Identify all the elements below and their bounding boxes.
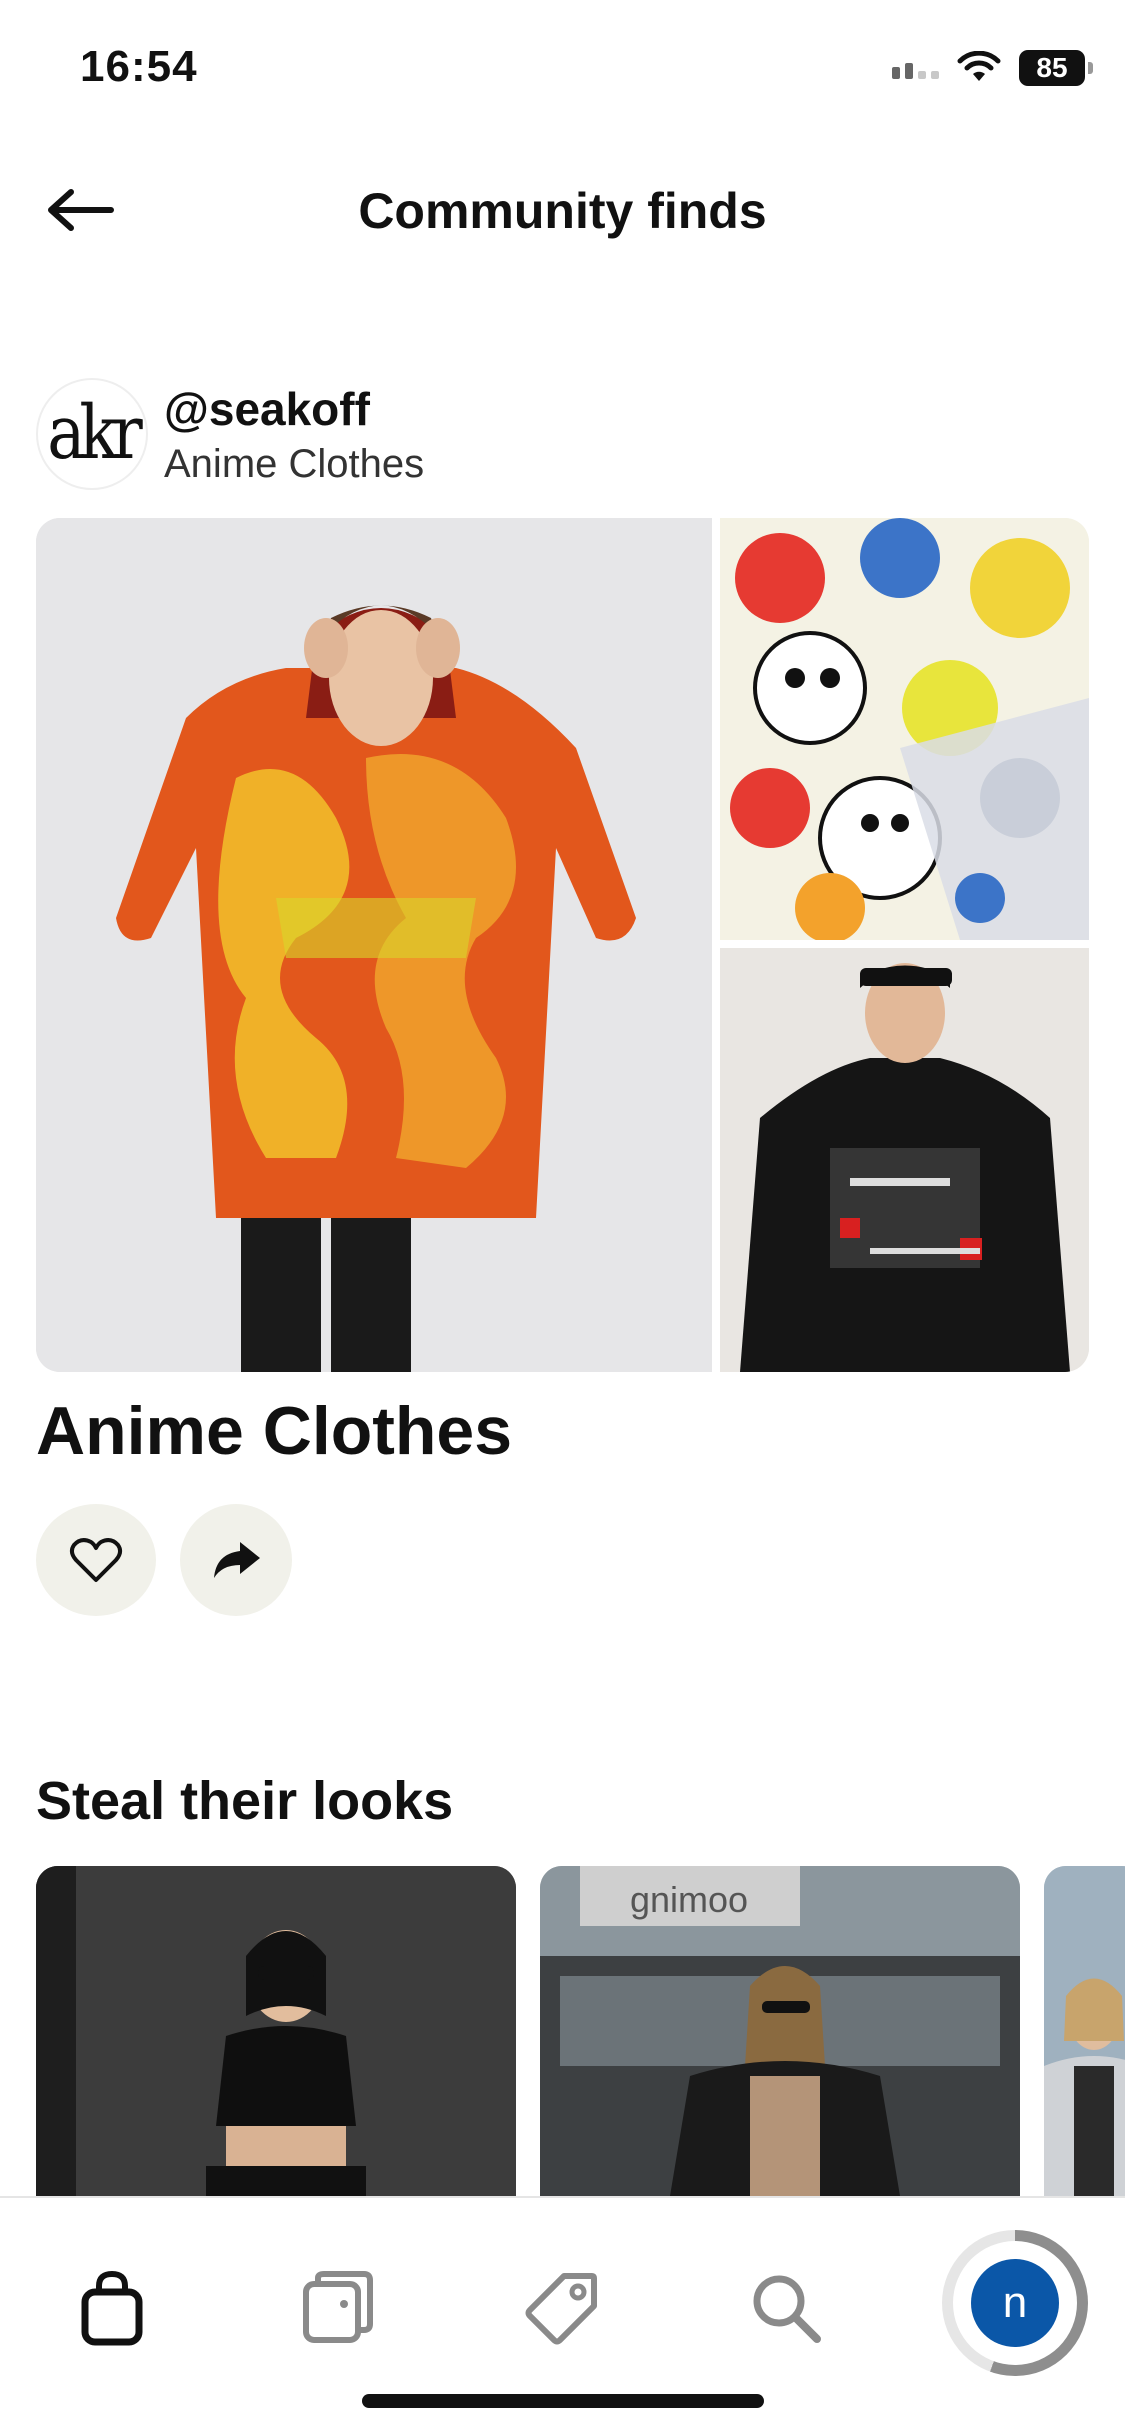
tab-shop[interactable]: [62, 2258, 162, 2358]
board-subtitle: Anime Clothes: [164, 441, 425, 486]
cartoon-pattern-fabric-photo[interactable]: [720, 518, 1089, 943]
look-photo-2: gnimoo: [540, 1866, 1020, 2196]
wifi-icon: [957, 51, 1001, 81]
header: Community finds: [0, 160, 1125, 260]
battery-indicator: 85: [1019, 50, 1093, 86]
search-icon: [753, 2275, 821, 2343]
status-indicators: 85: [892, 48, 1093, 88]
page-title: Community finds: [358, 183, 767, 239]
tab-deals[interactable]: [512, 2258, 612, 2358]
fabric-illustration: [720, 518, 1089, 943]
look-photo-3: [1044, 1866, 1125, 2196]
profile-progress-ring: n: [942, 2230, 1088, 2376]
share-arrow-icon: [214, 1542, 260, 1578]
look-card[interactable]: [36, 1866, 516, 2196]
status-bar: 16:54 85: [0, 0, 1125, 140]
sweatshirt-illustration: [720, 948, 1089, 1372]
tab-search[interactable]: [736, 2258, 836, 2358]
look-card[interactable]: [1044, 1866, 1125, 2196]
section-title: Steal their looks: [36, 1771, 454, 1831]
look-photo-1: [36, 1866, 516, 2196]
like-button[interactable]: [36, 1504, 156, 1616]
avatar[interactable]: akr: [36, 378, 148, 490]
heart-icon: [69, 1538, 123, 1582]
fire-skeleton-hoodie-photo[interactable]: [36, 518, 712, 1372]
share-button[interactable]: [180, 1504, 292, 1616]
board-collage[interactable]: [36, 518, 1089, 1372]
look-card[interactable]: gnimoo: [540, 1866, 1020, 2196]
hoodie-illustration: [36, 518, 712, 1372]
boards-icon: [303, 2271, 373, 2343]
board-owner[interactable]: akr @seakoff Anime Clothes: [36, 376, 424, 492]
status-time: 16:54: [80, 42, 198, 91]
itachi-sweatshirt-photo[interactable]: [720, 948, 1089, 1372]
avatar-logo-text: akr: [47, 391, 143, 477]
storefront-sign-text: gnimoo: [630, 1879, 748, 1920]
username[interactable]: @seakoff: [164, 382, 424, 436]
shopping-bag-icon: [81, 2270, 143, 2346]
home-indicator: [362, 2394, 764, 2408]
profile-info: @seakoff Anime Clothes: [164, 382, 424, 487]
cellular-signal-icon: [892, 57, 939, 79]
profile-avatar: n: [971, 2259, 1059, 2347]
tab-profile[interactable]: n: [940, 2228, 1090, 2378]
board-title: Anime Clothes: [36, 1393, 513, 1469]
tag-icon: [525, 2273, 597, 2345]
tab-boards[interactable]: [288, 2258, 388, 2358]
